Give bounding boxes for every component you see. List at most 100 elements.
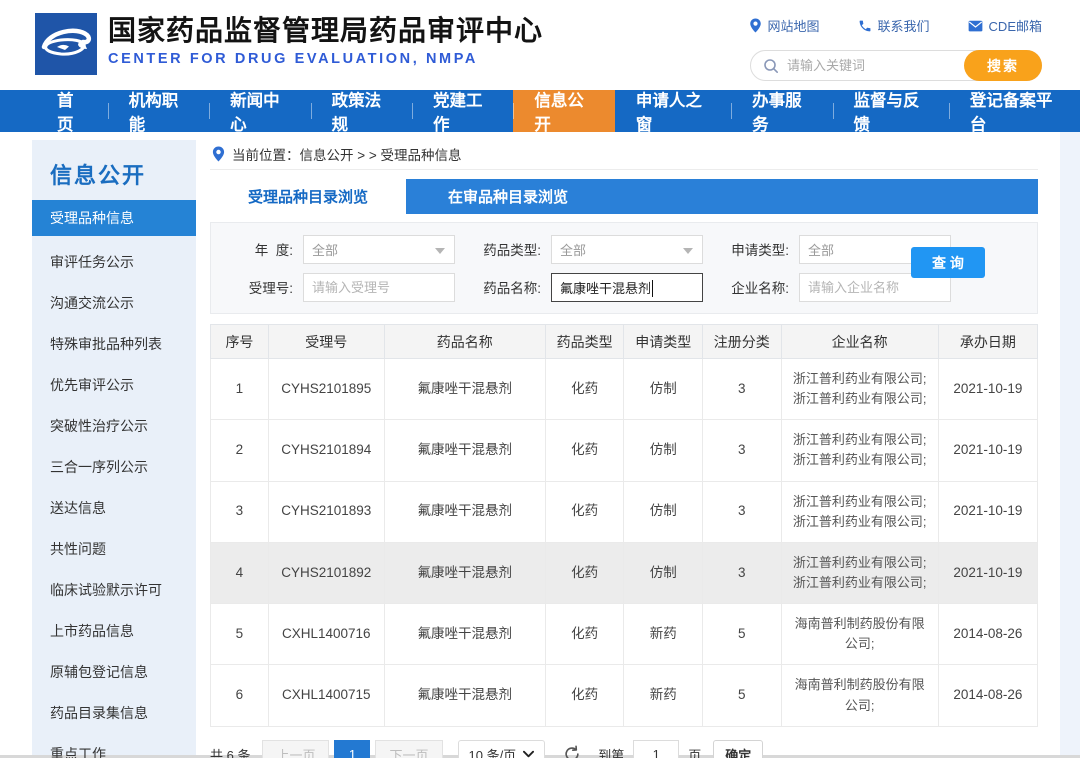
cell-r2-c3: 氟康唑干混悬剂	[383, 419, 546, 482]
table-row-5[interactable]: 5 CXHL1400716 氟康唑干混悬剂 化药 新药 5 海南普利制药股份有限公司; 201…	[210, 603, 1039, 666]
sidebar-item-5[interactable]: 优先审评公示	[32, 364, 196, 405]
cell-r4-c5: 仿制	[623, 541, 704, 605]
current-page-button[interactable]: 1	[334, 739, 371, 758]
cell-r2-c8: 2021-10-19	[937, 419, 1039, 482]
column-header-8: 承办日期	[937, 324, 1039, 359]
year-value: 全部	[312, 242, 339, 258]
goto-unit: 页	[688, 747, 702, 758]
nav-item-2[interactable]: 机构职能	[107, 90, 209, 134]
nav-item-4[interactable]: 政策法规	[310, 90, 412, 134]
sidebar-item-1[interactable]: 受理品种信息	[32, 200, 196, 236]
site-title: 国家药品监督管理局药品审评中心	[108, 15, 544, 46]
table-row-1[interactable]: 1 CYHS2101895 氟康唑干混悬剂 化药 仿制 3 浙江普利药业有限公司;浙江普利药…	[210, 357, 1039, 421]
sidebar-item-6[interactable]: 突破性治疗公示	[32, 405, 196, 446]
quick-link-label: 网站地图	[767, 19, 820, 34]
drug-type-field: 药品类型: 全部	[475, 234, 723, 264]
cell-r1-c2: CYHS2101895	[267, 357, 385, 421]
nav-item-8[interactable]: 办事服务	[731, 90, 832, 134]
header-search-bar: 搜索	[750, 50, 1042, 81]
sidebar-item-12[interactable]: 原辅包登记信息	[32, 651, 196, 692]
nav-item-10[interactable]: 登记备案平台	[948, 90, 1080, 134]
cell-r6-c2: CXHL1400715	[267, 664, 385, 727]
page-right-band	[1060, 132, 1080, 755]
quick-link-phone[interactable]: 联系我们	[858, 16, 930, 35]
acceptance-no-input[interactable]	[312, 279, 446, 295]
cell-r1-c3: 氟康唑干混悬剂	[383, 357, 546, 421]
cell-r2-c7: 浙江普利药业有限公司;浙江普利药业有限公司;	[780, 419, 939, 482]
sidebar-item-14[interactable]: 重点工作	[32, 733, 196, 758]
pagination: 共 6 条 上一页 1 下一页 10 条/页 到第 页 确定	[210, 739, 1038, 758]
sidebar-item-10[interactable]: 临床试验默示许可	[32, 569, 196, 610]
sidebar-item-7[interactable]: 三合一序列公示	[32, 446, 196, 487]
year-label: 年 度:	[254, 243, 293, 258]
drug-type-select[interactable]: 全部	[551, 234, 703, 264]
drug-name-input-wrap	[551, 272, 703, 302]
cell-r4-c1: 4	[210, 541, 269, 605]
phone-icon	[858, 19, 872, 33]
nav-item-1[interactable]: 首页	[36, 90, 108, 134]
sidebar-item-9[interactable]: 共性问题	[32, 528, 196, 569]
nav-item-9[interactable]: 监督与反馈	[832, 90, 949, 134]
cell-r5-c6: 5	[702, 603, 782, 666]
cell-r2-c5: 仿制	[623, 419, 704, 482]
tab-bar: 受理品种目录浏览 在审品种目录浏览	[210, 179, 1038, 214]
cell-r5-c2: CXHL1400716	[267, 603, 385, 666]
search-icon	[763, 58, 779, 74]
acceptance-no-field: 受理号:	[227, 272, 475, 302]
location-pin-icon	[749, 18, 762, 33]
sidebar-title: 信息公开	[50, 163, 147, 188]
sidebar-item-8[interactable]: 送达信息	[32, 487, 196, 528]
sidebar-item-11[interactable]: 上市药品信息	[32, 610, 196, 651]
quick-link-label: 联系我们	[877, 19, 930, 34]
refresh-icon[interactable]	[563, 745, 581, 758]
body: 信息公开 受理品种信息审评任务公示 沟通交流公示 特殊审批品种列表 优先审评公示 突破性…	[0, 132, 1080, 758]
cell-r1-c1: 1	[210, 357, 269, 421]
sidebar-item-4[interactable]: 特殊审批品种列表	[32, 323, 196, 364]
cell-r1-c5: 仿制	[623, 357, 704, 421]
sidebar-item-13[interactable]: 药品目录集信息	[32, 692, 196, 733]
nav-item-6[interactable]: 信息公开	[513, 90, 615, 134]
table-row-3[interactable]: 3 CYHS2101893 氟康唑干混悬剂 化药 仿制 3 浙江普利药业有限公司;浙江普利药…	[210, 480, 1039, 543]
nav-item-3[interactable]: 新闻中心	[209, 90, 310, 134]
cell-r6-c4: 化药	[544, 664, 625, 727]
cell-r6-c8: 2014-08-26	[937, 664, 1039, 727]
confirm-button[interactable]: 确定	[713, 739, 764, 758]
quick-link-location-pin[interactable]: 网站地图	[749, 16, 820, 35]
sidebar-item-3[interactable]: 沟通交流公示	[32, 282, 196, 323]
header-search-button[interactable]: 搜索	[964, 50, 1042, 81]
cell-r3-c8: 2021-10-19	[937, 480, 1039, 543]
prev-page-button[interactable]: 上一页	[262, 739, 330, 758]
sidebar-item-2[interactable]: 审评任务公示	[32, 241, 196, 282]
cell-r5-c7: 海南普利制药股份有限公司;	[780, 603, 939, 666]
table-row-4[interactable]: 4 CYHS2101892 氟康唑干混悬剂 化药 仿制 3 浙江普利药业有限公司;浙江普利药…	[210, 541, 1039, 605]
year-field: 年 度: 全部	[227, 234, 475, 264]
quick-link-mail[interactable]: CDE邮箱	[968, 16, 1042, 35]
site-subtitle: CENTER FOR DRUG EVALUATION, NMPA	[108, 50, 478, 67]
nav-item-7[interactable]: 申请人之窗	[615, 90, 731, 134]
page-size-value: 10 条/页	[468, 747, 517, 758]
next-page-button[interactable]: 下一页	[375, 739, 443, 758]
year-select[interactable]: 全部	[303, 234, 455, 264]
query-button[interactable]: 查 询	[911, 247, 985, 278]
drug-name-label: 药品名称:	[483, 281, 541, 296]
drug-name-input[interactable]	[560, 279, 694, 295]
site-title-block: 国家药品监督管理局药品审评中心 CENTER FOR DRUG EVALUATI…	[108, 14, 543, 67]
page-size-select[interactable]: 10 条/页	[457, 739, 546, 758]
acceptance-no-label: 受理号:	[248, 281, 293, 296]
quick-links: 网站地图 联系我们 CDE邮箱	[749, 16, 1042, 35]
apply-type-value: 全部	[808, 242, 835, 258]
breadcrumb: 当前位置：信息公开 > > 受理品种信息	[210, 138, 1038, 170]
cell-r3-c2: CYHS2101893	[267, 480, 385, 543]
table-row-6[interactable]: 6 CXHL1400715 氟康唑干混悬剂 化药 新药 5 海南普利制药股份有限公司; 201…	[210, 664, 1039, 727]
tab-2[interactable]: 在审品种目录浏览	[406, 179, 610, 214]
cell-r3-c6: 3	[702, 480, 782, 543]
tab-1[interactable]: 受理品种目录浏览	[210, 179, 406, 214]
column-header-5: 申请类型	[623, 324, 704, 359]
cde-logo-icon	[35, 13, 97, 75]
company-name-input[interactable]	[808, 279, 942, 295]
goto-page-input[interactable]	[633, 739, 680, 758]
column-header-3: 药品名称	[383, 324, 546, 359]
table-row-2[interactable]: 2 CYHS2101894 氟康唑干混悬剂 化药 仿制 3 浙江普利药业有限公司;浙江普利药…	[210, 419, 1039, 482]
nav-item-5[interactable]: 党建工作	[411, 90, 513, 134]
cell-r1-c4: 化药	[544, 357, 625, 421]
